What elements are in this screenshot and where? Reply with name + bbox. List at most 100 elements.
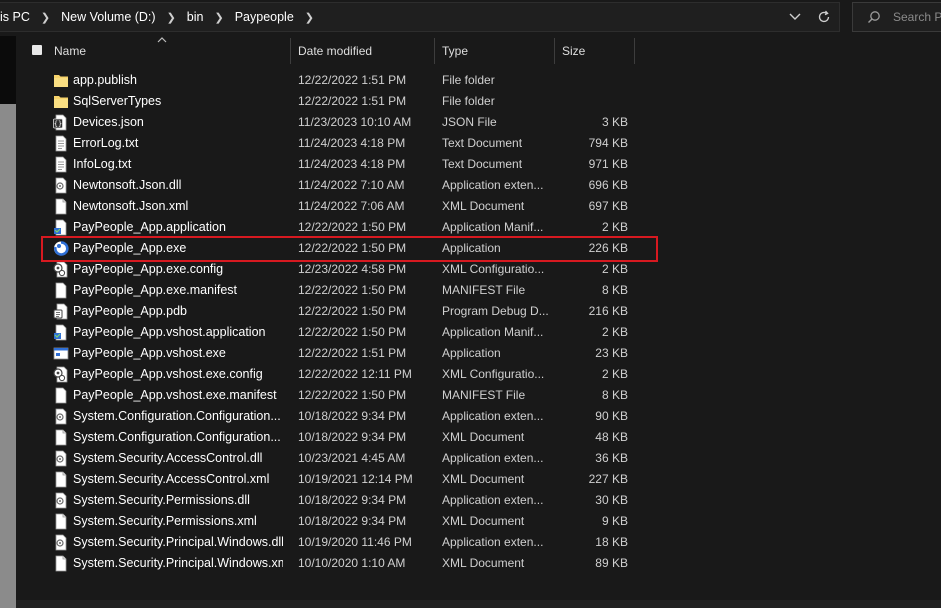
file-type: Text Document [442,157,523,171]
file-name: System.Security.AccessControl.dll [73,451,263,465]
file-size [558,91,628,112]
column-date-label: Date modified [298,44,373,58]
manifest-file-icon [53,282,69,299]
file-row[interactable]: Newtonsoft.Json.xml 11/24/2022 7:06 AM XML… [0,196,941,217]
file-name: PayPeople_App.pdb [73,304,187,318]
file-type: Application exten... [442,409,544,423]
file-size: 216 KB [588,304,628,318]
file-date-modified: 10/18/2022 9:34 PM [298,514,407,528]
file-row[interactable]: System.Configuration.Configuration... 10/… [0,427,941,448]
chevron-right-icon[interactable]: ❯ [158,11,185,24]
column-header-type[interactable]: Type [442,36,554,66]
file-date-modified: 10/19/2021 12:14 PM [298,472,413,486]
file-size: 30 KB [595,493,628,507]
file-date-modified: 10/19/2020 11:46 PM [298,535,412,549]
file-row[interactable]: ErrorLog.txt 11/24/2023 4:18 PM Text Docum… [0,133,941,154]
file-type: XML Document [442,514,525,528]
column-name-label: Name [54,44,87,58]
file-type: JSON File [442,115,497,129]
file-size: 696 KB [588,178,628,192]
file-row[interactable]: PayPeople_App.exe.config 12/23/2022 4:58 … [0,259,941,280]
breadcrumb-new-volume[interactable]: New Volume (D:) [59,10,157,24]
file-name: PayPeople_App.vshost.exe [73,346,226,360]
file-size: 48 KB [595,430,628,444]
file-date-modified: 10/18/2022 9:34 PM [298,409,407,423]
file-row[interactable]: PayPeople_App.application 12/22/2022 1:50… [0,217,941,238]
file-name: PayPeople_App.vshost.application [73,325,266,339]
file-row[interactable]: SqlServerTypes 12/22/2022 1:51 PM File fol… [0,91,941,112]
file-row[interactable]: System.Security.AccessControl.xml 10/19/2… [0,469,941,490]
file-row[interactable]: PayPeople_App.vshost.exe.manifest 12/22/2… [0,385,941,406]
file-date-modified: 11/24/2022 7:10 AM [298,178,405,192]
file-type: Application exten... [442,451,544,465]
file-type: File folder [442,94,495,108]
pdb-file-icon [53,303,69,320]
folder-icon [53,72,69,89]
file-row[interactable]: PayPeople_App.pdb 12/22/2022 1:50 PM Progr… [0,301,941,322]
chevron-right-icon[interactable]: ❯ [296,11,323,24]
search-box[interactable]: Search Pa [852,2,941,32]
column-divider[interactable] [434,38,435,64]
dll-file-icon [53,408,69,425]
column-header-date[interactable]: Date modified [298,36,434,66]
file-name: SqlServerTypes [73,94,162,108]
file-size: 697 KB [588,199,628,213]
file-type: File folder [442,73,495,87]
file-date-modified: 10/18/2022 9:34 PM [298,430,407,444]
column-divider[interactable] [290,38,291,64]
file-row[interactable]: Newtonsoft.Json.dll 11/24/2022 7:10 AM App… [0,175,941,196]
file-date-modified: 12/22/2022 1:50 PM [298,304,407,318]
file-name: PayPeople_App.vshost.exe.config [73,367,263,381]
text-file-icon [53,156,69,173]
file-row[interactable]: System.Security.Principal.Windows.xml 10/… [0,553,941,574]
file-name: Newtonsoft.Json.dll [73,178,182,192]
breadcrumb-bin[interactable]: bin [185,10,206,24]
file-size: 794 KB [588,136,628,150]
highlight-box [41,236,658,262]
file-name: ErrorLog.txt [73,136,139,150]
file-name: app.publish [73,73,137,87]
column-header: Name Date modified Type Size [22,36,941,66]
file-row[interactable]: PayPeople_App.vshost.application 12/22/20… [0,322,941,343]
dll-file-icon [53,450,69,467]
column-divider[interactable] [554,38,555,64]
file-date-modified: 11/24/2022 7:06 AM [298,199,405,213]
file-row[interactable]: PayPeople_App.exe.manifest 12/22/2022 1:5… [0,280,941,301]
file-row[interactable]: PayPeople_App.vshost.exe 12/22/2022 1:51 … [0,343,941,364]
column-size-label: Size [562,44,586,58]
address-bar[interactable]: is PC ❯ New Volume (D:) ❯ bin ❯ Paypeopl… [0,2,840,32]
dll-file-icon [53,177,69,194]
file-name: InfoLog.txt [73,157,132,171]
file-row[interactable]: System.Security.AccessControl.dll 10/23/2… [0,448,941,469]
file-type: XML Document [442,199,525,213]
select-all-checkbox[interactable] [32,45,42,55]
address-history-dropdown[interactable] [784,6,806,28]
text-file-icon [53,135,69,152]
column-header-name[interactable]: Name [54,36,290,66]
file-size: 2 KB [601,220,628,234]
file-size: 8 KB [601,388,628,402]
file-row[interactable]: app.publish 12/22/2022 1:51 PM File folder [0,70,941,91]
file-row[interactable]: System.Configuration.Configuration... 10/… [0,406,941,427]
file-row[interactable]: PayPeople_App.vshost.exe.config 12/22/202… [0,364,941,385]
column-type-label: Type [442,44,469,58]
breadcrumb: is PC ❯ New Volume (D:) ❯ bin ❯ Paypeopl… [0,3,323,31]
refresh-button[interactable] [813,6,835,28]
file-row[interactable]: {} Devices.json 11/23/2023 10:10 AM JSON Fi… [0,112,941,133]
breadcrumb-paypeople[interactable]: Paypeople [233,10,296,24]
column-header-size[interactable]: Size [562,36,634,66]
file-row[interactable]: System.Security.Permissions.dll 10/18/202… [0,490,941,511]
horizontal-scroll-track [16,600,941,608]
chevron-right-icon[interactable]: ❯ [32,11,59,24]
column-divider[interactable] [634,38,635,64]
breadcrumb-this-pc[interactable]: is PC [0,10,32,24]
file-type: MANIFEST File [442,283,526,297]
file-row[interactable]: System.Security.Principal.Windows.dll 10/… [0,532,941,553]
file-size: 36 KB [595,451,628,465]
chevron-right-icon[interactable]: ❯ [205,11,232,24]
file-date-modified: 11/23/2023 10:10 AM [298,115,412,129]
file-row[interactable]: InfoLog.txt 11/24/2023 4:18 PM Text Docume… [0,154,941,175]
file-size: 2 KB [601,262,628,276]
file-row[interactable]: System.Security.Permissions.xml 10/18/202… [0,511,941,532]
file-size: 3 KB [601,115,628,129]
